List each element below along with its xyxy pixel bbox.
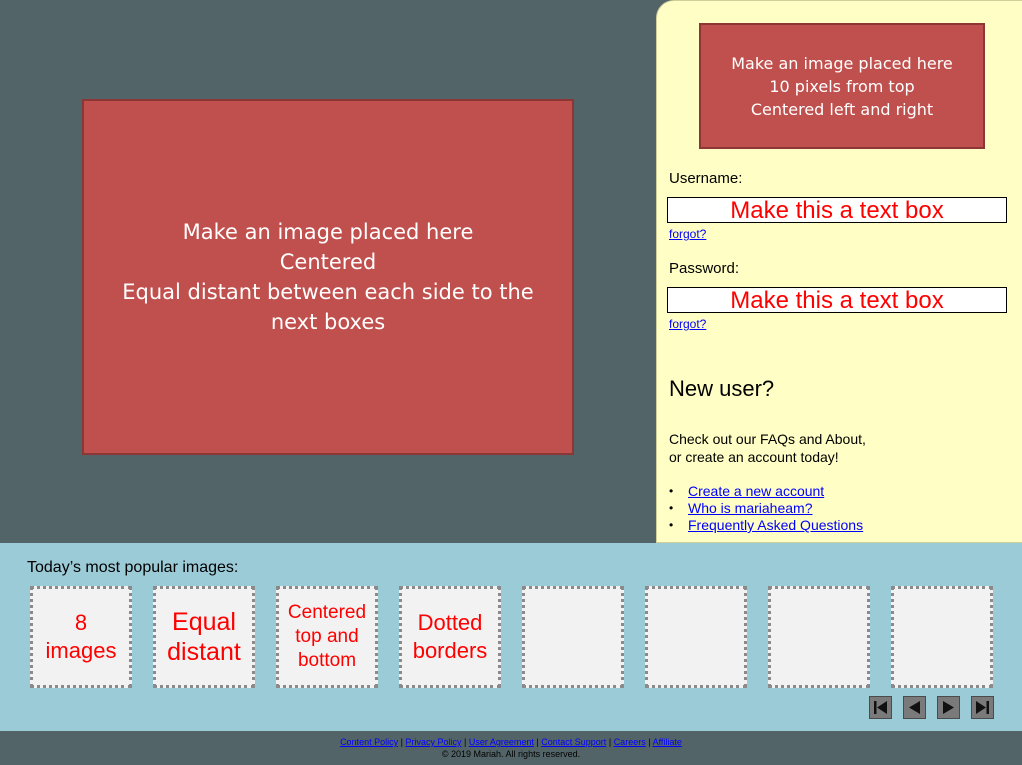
footer-separator: | [608, 737, 612, 747]
forgot-username-link[interactable]: forgot? [669, 227, 706, 241]
thumbnail-8[interactable] [891, 586, 993, 688]
list-item: • Who is mariaheam? [669, 500, 863, 517]
faq-link[interactable]: Frequently Asked Questions [688, 517, 863, 533]
sidebar-image-placeholder: Make an image placed here 10 pixels from… [699, 23, 985, 149]
login-sidebar: Make an image placed here 10 pixels from… [656, 0, 1022, 543]
previous-icon [909, 701, 920, 714]
footer-link-privacy-policy[interactable]: Privacy Policy [405, 737, 461, 747]
thumbnail-text: top and [295, 626, 359, 647]
bullet: • [669, 501, 674, 515]
thumbnail-text: 8 [74, 610, 88, 635]
list-item: • Create a new account [669, 483, 863, 500]
last-page-button[interactable] [971, 696, 994, 719]
thumbnail-6[interactable] [645, 586, 747, 688]
footer-link-content-policy[interactable]: Content Policy [340, 737, 398, 747]
main-area: Make an image placed here Centered Equal… [0, 0, 656, 543]
hero-image-placeholder: Make an image placed here Centered Equal… [82, 99, 574, 455]
password-label: Password: [669, 260, 740, 277]
hero-line: Equal distant between each side to the n… [122, 280, 534, 334]
create-account-link[interactable]: Create a new account [688, 483, 824, 499]
forgot-password-link[interactable]: forgot? [669, 317, 706, 331]
footer-links: Content Policy | Privacy Policy | User A… [0, 736, 1022, 748]
first-page-icon [874, 701, 887, 714]
about-link[interactable]: Who is mariaheam? [688, 500, 813, 516]
copyright: © 2019 Mariah. All rights reserved. [441, 749, 581, 759]
footer-separator: | [400, 737, 403, 747]
list-item: • Frequently Asked Questions [669, 517, 863, 534]
description-line: or create an account today! [669, 449, 839, 465]
account-links-list: • Create a new account • Who is mariaheam?… [669, 483, 863, 534]
new-user-heading: New user? [669, 376, 775, 401]
thumbnail-4[interactable]: Dotted borders [399, 586, 501, 688]
last-page-icon [976, 701, 989, 714]
thumbnail-text: images [45, 638, 117, 663]
popular-images-title: Today’s most popular images: [27, 559, 239, 576]
thumbnail-text: Centered [287, 602, 367, 623]
thumbnail-2[interactable]: Equal distant [153, 586, 255, 688]
username-field[interactable]: Make this a text box [667, 197, 1007, 224]
thumbnail-7[interactable] [768, 586, 870, 688]
footer-link-careers[interactable]: Careers [614, 737, 646, 747]
hero-text: Make an image placed here Centered Equal… [98, 217, 558, 337]
sidebar-image-line: Make an image placed here [731, 53, 953, 73]
popular-images-section: Today’s most popular images: 8 images Equ… [0, 543, 1022, 731]
bullet: • [669, 484, 674, 498]
previous-page-button[interactable] [903, 696, 926, 719]
new-user-description: Check out our FAQs and About, or create … [669, 430, 866, 466]
password-field[interactable]: Make this a text box [667, 287, 1007, 314]
thumbnail-text: borders [412, 638, 488, 663]
footer-separator: | [536, 737, 539, 747]
next-icon [943, 701, 954, 714]
sidebar-image-line: 10 pixels from top [769, 76, 915, 96]
first-page-button[interactable] [869, 696, 892, 719]
thumbnail-3[interactable]: Centered top and bottom [276, 586, 378, 688]
thumbnail-text: Dotted [417, 610, 483, 635]
sidebar-image-line: Centered left and right [750, 99, 934, 119]
description-line: Check out our FAQs and About, [669, 431, 866, 447]
thumbnail-text: bottom [297, 650, 357, 671]
footer-link-user-agreement[interactable]: User Agreement [469, 737, 534, 747]
hero-line: Centered [279, 250, 377, 274]
footer-separator: | [648, 737, 651, 747]
bullet: • [669, 518, 674, 532]
footer-separator: | [464, 737, 467, 747]
footer-link-affiliate[interactable]: Affiliate [653, 737, 682, 747]
username-label: Username: [669, 170, 743, 187]
footer: Content Policy | Privacy Policy | User A… [0, 731, 1022, 765]
thumbnail-text: Equal [172, 608, 236, 636]
thumbnail-1[interactable]: 8 images [30, 586, 132, 688]
thumbnail-5[interactable] [522, 586, 624, 688]
footer-link-contact-support[interactable]: Contact Support [541, 737, 606, 747]
thumbnail-text: distant [167, 638, 241, 666]
hero-line: Make an image placed here [182, 220, 474, 244]
next-page-button[interactable] [937, 696, 960, 719]
